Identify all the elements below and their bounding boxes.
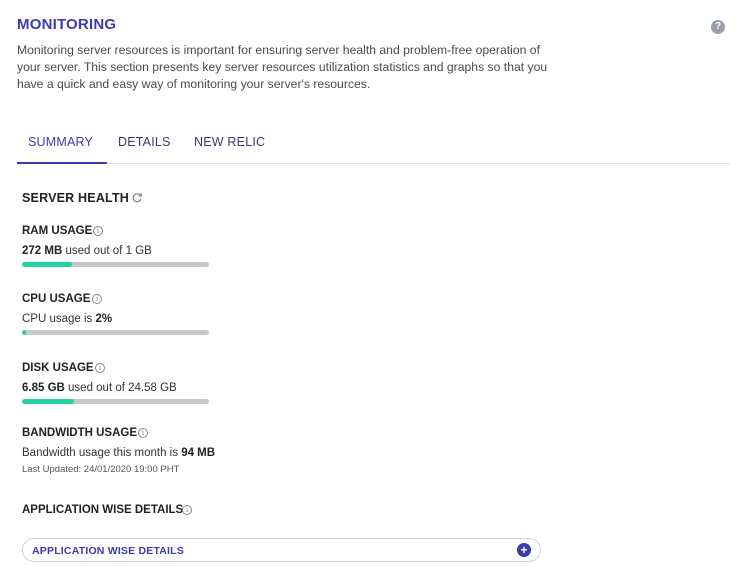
ram-usage-bar	[22, 262, 209, 267]
help-icon[interactable]: ?	[711, 20, 725, 34]
disk-usage-label: DISK USAGE	[22, 362, 94, 374]
tab-summary[interactable]: SUMMARY	[17, 135, 107, 164]
info-icon[interactable]: i	[138, 428, 148, 438]
cpu-usage-bar	[22, 330, 209, 335]
page-title: MONITORING	[17, 16, 117, 33]
cpu-usage-bar-fill	[22, 330, 26, 335]
bandwidth-usage-prefix: Bandwidth usage this month is	[22, 447, 182, 459]
disk-usage-bar	[22, 399, 209, 404]
tab-details[interactable]: DETAILS	[118, 135, 171, 164]
cpu-usage-label: CPU USAGE	[22, 293, 91, 305]
info-icon[interactable]: i	[95, 363, 105, 373]
cpu-usage-value: 2%	[95, 313, 113, 325]
cpu-usage-prefix: CPU usage is	[22, 313, 96, 325]
application-wise-details-button[interactable]: APPLICATION WISE DETAILS +	[22, 538, 541, 562]
disk-usage-bar-fill	[22, 399, 75, 404]
bandwidth-usage-text: Bandwidth usage this month is 94 MB	[22, 447, 215, 459]
application-wise-title: APPLICATION WISE DETAILS	[22, 504, 184, 516]
bandwidth-usage-value: 94 MB	[181, 447, 216, 459]
page-description: Monitoring server resources is important…	[17, 43, 548, 91]
application-wise-details-label: APPLICATION WISE DETAILS	[32, 545, 184, 557]
cpu-usage-text: CPU usage is 2%	[22, 313, 112, 325]
ram-total-text: used out of 1 GB	[62, 245, 152, 257]
info-icon[interactable]: i	[93, 226, 103, 236]
ram-usage-label: RAM USAGE	[22, 225, 93, 237]
info-icon[interactable]: i	[92, 294, 102, 304]
tab-new-relic[interactable]: NEW RELIC	[194, 135, 265, 164]
disk-usage-text: 6.85 GB used out of 24.58 GB	[22, 382, 177, 394]
disk-used-value: 6.85 GB	[22, 382, 65, 394]
refresh-icon[interactable]	[131, 192, 143, 204]
server-health-title: SERVER HEALTH	[22, 191, 130, 205]
disk-total-text: used out of 24.58 GB	[64, 382, 177, 394]
plus-icon: +	[517, 543, 531, 557]
last-updated: Last Updated: 24/01/2020 19:00 PHT	[22, 464, 180, 475]
info-icon[interactable]: i	[182, 505, 192, 515]
ram-usage-bar-fill	[22, 262, 73, 267]
ram-usage-text: 272 MB used out of 1 GB	[22, 245, 152, 257]
bandwidth-usage-label: BANDWIDTH USAGE	[22, 427, 137, 439]
ram-used-value: 272 MB	[22, 245, 63, 257]
tab-bar: SUMMARY DETAILS NEW RELIC	[17, 128, 730, 164]
